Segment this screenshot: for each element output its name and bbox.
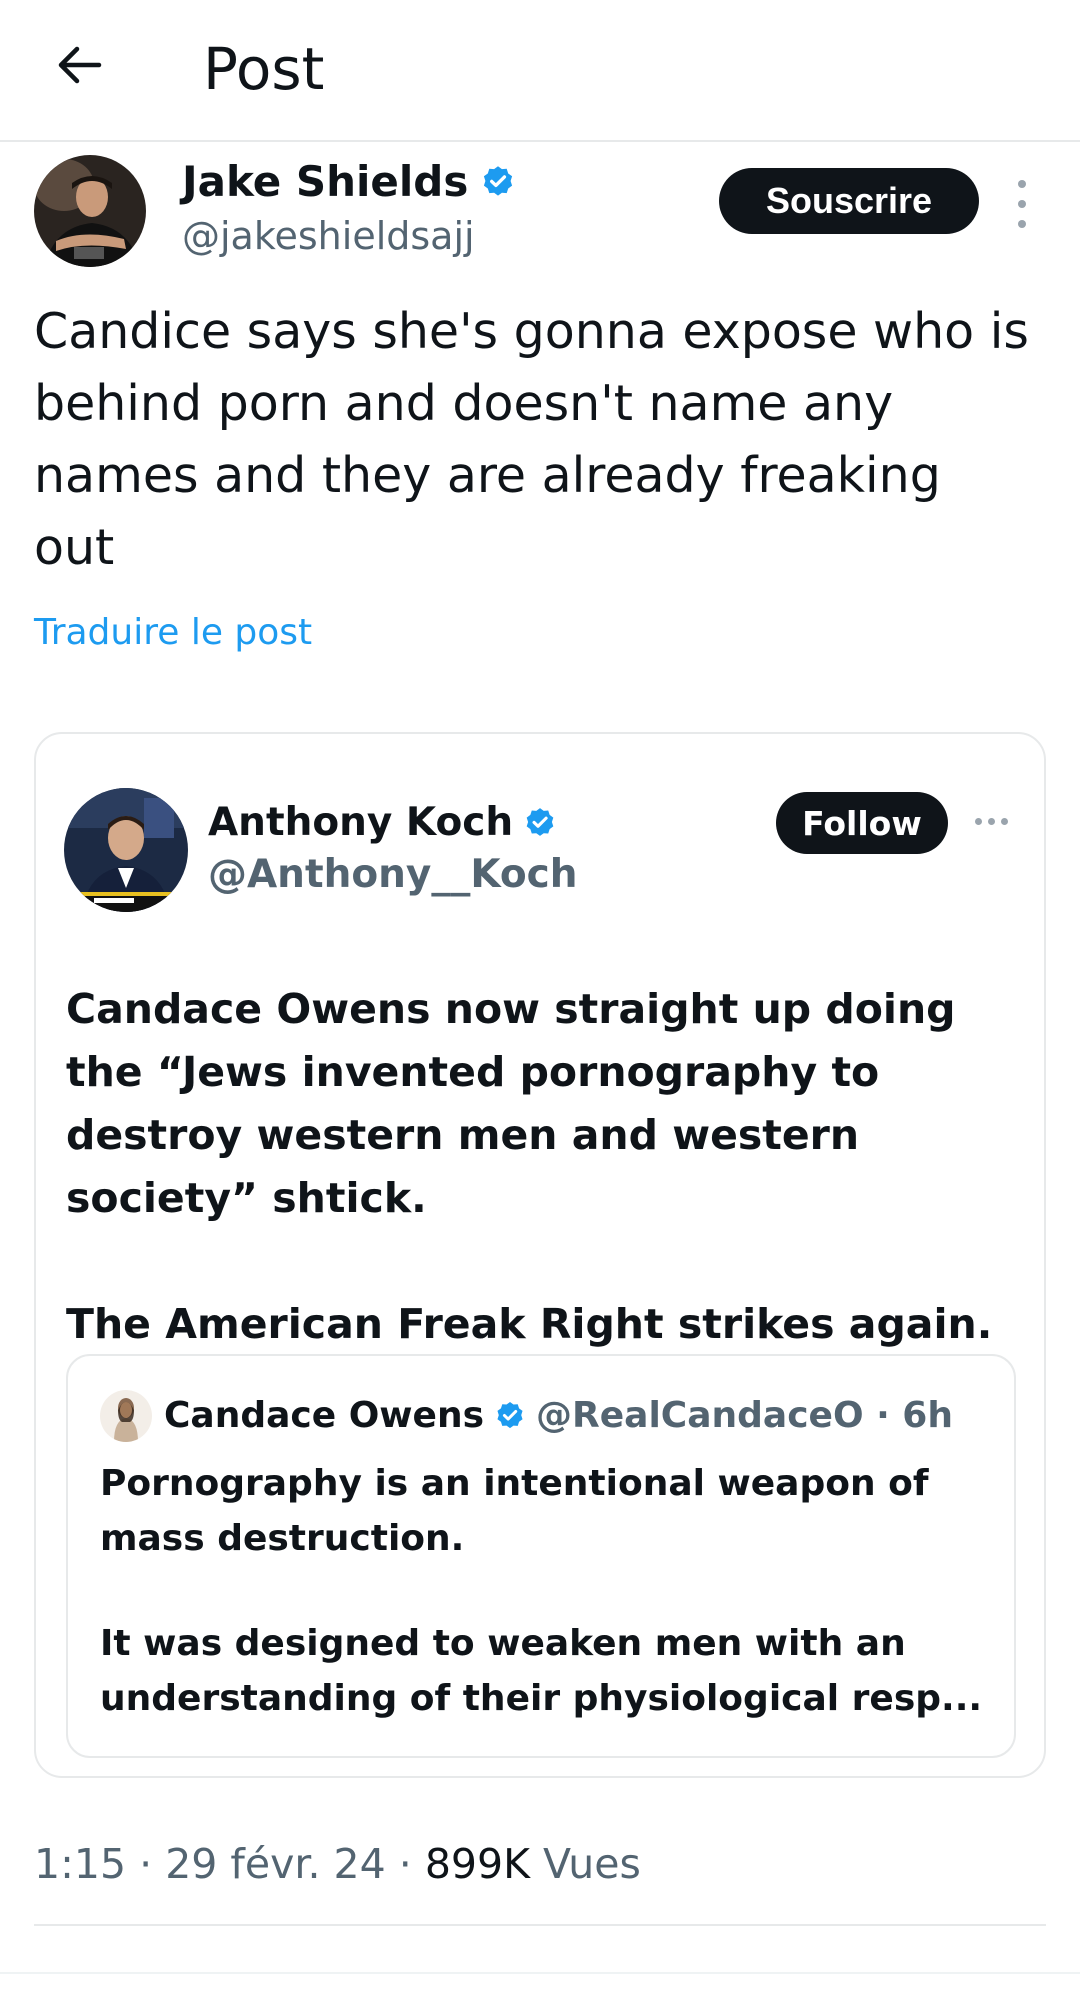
post-time: 1:15 bbox=[34, 1840, 127, 1888]
author-handle[interactable]: @jakeshieldsajj bbox=[182, 210, 475, 262]
subscribe-button[interactable]: Souscrire bbox=[719, 168, 979, 234]
post-text: Candice says she's gonna expose who is b… bbox=[34, 303, 1029, 576]
nested-paragraph: It was designed to weaken men with an un… bbox=[100, 1623, 983, 1719]
nested-post-text: Pornography is an intentional weapon of … bbox=[100, 1456, 990, 1726]
quote-paragraph: The American Freak Right strikes again. bbox=[66, 1300, 993, 1348]
nested-handle-time[interactable]: @RealCandaceO · 6h bbox=[536, 1390, 953, 1442]
page-title: Post bbox=[203, 35, 325, 103]
nested-author-avatar[interactable] bbox=[100, 1390, 152, 1442]
quote-paragraph: Candace Owens now straight up doing the … bbox=[66, 985, 956, 1222]
post-timestamp: 1:15 · 29 févr. 24 · 899K Vues bbox=[34, 1836, 641, 1892]
quote-author-name-row[interactable]: Anthony Koch bbox=[208, 796, 557, 850]
quote-author-avatar[interactable] bbox=[64, 788, 188, 912]
quote-text: Candace Owens now straight up doing the … bbox=[66, 978, 1026, 1356]
more-options-icon[interactable] bbox=[1010, 180, 1034, 228]
top-bar: Post bbox=[0, 0, 1080, 142]
verified-badge-icon bbox=[484, 166, 513, 196]
author-avatar[interactable] bbox=[34, 155, 146, 267]
post-date: 29 févr. 24 bbox=[165, 1840, 386, 1888]
verified-badge-icon bbox=[526, 808, 554, 836]
views-count[interactable]: 899K bbox=[425, 1840, 530, 1888]
nested-post-header: Candace Owens @RealCandaceO · 6h bbox=[164, 1390, 953, 1442]
quote-author-name[interactable]: Anthony Koch bbox=[208, 796, 513, 850]
separator-dot: · bbox=[139, 1840, 153, 1888]
quote-author-handle[interactable]: @Anthony__Koch bbox=[208, 848, 578, 902]
verified-badge-icon bbox=[497, 1402, 523, 1429]
author-name-row[interactable]: Jake Shields bbox=[182, 154, 516, 210]
nested-author-name[interactable]: Candace Owens bbox=[164, 1390, 484, 1442]
nested-paragraph: Pornography is an intentional weapon of … bbox=[100, 1463, 929, 1559]
back-button[interactable] bbox=[44, 30, 114, 100]
arrow-left-icon bbox=[58, 46, 102, 84]
translate-post-link[interactable]: Traduire le post bbox=[34, 608, 312, 658]
separator-dot: · bbox=[398, 1840, 412, 1888]
author-name[interactable]: Jake Shields bbox=[182, 154, 468, 210]
views-label[interactable]: Vues bbox=[543, 1840, 641, 1888]
follow-button[interactable]: Follow bbox=[776, 792, 948, 854]
quote-more-options-icon[interactable] bbox=[975, 818, 1008, 825]
divider bbox=[0, 1972, 1080, 1974]
divider bbox=[34, 1924, 1046, 1926]
